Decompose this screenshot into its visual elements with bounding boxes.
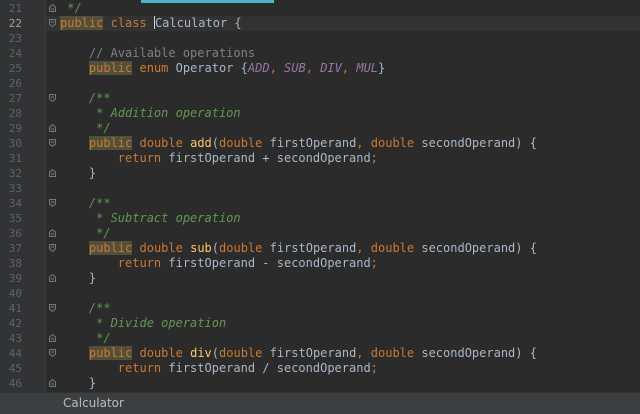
line-number: 23	[8, 32, 22, 45]
fold-open-icon[interactable]	[49, 199, 56, 207]
code-line[interactable]: 41 /**	[0, 301, 640, 316]
code-line[interactable]: 27 /**	[0, 91, 640, 106]
code-line[interactable]: 43 */	[0, 331, 640, 346]
code-line[interactable]: 34 /**	[0, 196, 640, 211]
code-line[interactable]: 29 */	[0, 121, 640, 136]
line-number: 31	[8, 152, 22, 165]
code-text[interactable]: }	[60, 271, 96, 286]
code-text[interactable]: }	[60, 166, 96, 181]
code-text[interactable]: /**	[60, 301, 111, 316]
code-line[interactable]: 28 * Addition operation	[0, 106, 640, 121]
line-number: 40	[8, 287, 22, 300]
code-line[interactable]: 22 public class Calculator {	[0, 16, 640, 31]
code-line[interactable]: 24 // Available operations	[0, 46, 640, 61]
line-number: 46	[8, 377, 22, 390]
line-number: 45	[8, 362, 22, 375]
code-line[interactable]: 35 * Subtract operation	[0, 211, 640, 226]
line-number: 28	[8, 107, 22, 120]
line-number: 33	[8, 182, 22, 195]
code-text[interactable]: * Addition operation	[60, 106, 241, 121]
fold-close-icon[interactable]	[49, 229, 56, 237]
code-line[interactable]: 37 public double sub(double firstOperand…	[0, 241, 640, 256]
code-line[interactable]: 31 return firstOperand + secondOperand;	[0, 151, 640, 166]
fold-close-icon[interactable]	[49, 124, 56, 132]
code-text[interactable]: public double div(double firstOperand, d…	[60, 346, 537, 361]
code-text[interactable]: */	[60, 121, 110, 136]
line-number: 26	[8, 77, 22, 90]
fold-open-icon[interactable]	[49, 349, 56, 357]
fold-close-icon[interactable]	[49, 334, 56, 342]
line-number: 24	[8, 47, 22, 60]
line-number: 44	[8, 347, 22, 360]
line-number: 32	[8, 167, 22, 180]
line-number: 22	[8, 17, 22, 30]
text-caret	[153, 16, 155, 29]
line-number: 43	[8, 332, 22, 345]
code-line[interactable]: 42 * Divide operation	[0, 316, 640, 331]
code-text[interactable]: return firstOperand / secondOperand;	[60, 361, 378, 376]
line-number: 30	[8, 137, 22, 150]
line-number: 36	[8, 227, 22, 240]
fold-close-icon[interactable]	[49, 4, 56, 12]
code-text[interactable]: return firstOperand + secondOperand;	[60, 151, 378, 166]
fold-open-icon[interactable]	[49, 304, 56, 312]
code-text[interactable]: public double sub(double firstOperand, d…	[60, 241, 537, 256]
code-text[interactable]: * Subtract operation	[60, 211, 241, 226]
code-text[interactable]: public enum Operator {ADD, SUB, DIV, MUL…	[60, 61, 385, 76]
fold-open-icon[interactable]	[49, 19, 56, 27]
code-text[interactable]: */	[60, 226, 110, 241]
line-number: 41	[8, 302, 22, 315]
line-number: 25	[8, 62, 22, 75]
code-text[interactable]: return firstOperand - secondOperand;	[60, 256, 378, 271]
code-text[interactable]: */	[60, 1, 81, 16]
fold-open-icon[interactable]	[49, 244, 56, 252]
code-line[interactable]: 26	[0, 76, 640, 91]
fold-close-icon[interactable]	[49, 169, 56, 177]
code-text[interactable]: * Divide operation	[60, 316, 226, 331]
line-number: 21	[8, 2, 22, 15]
line-number: 35	[8, 212, 22, 225]
code-text[interactable]: public class Calculator {	[60, 16, 242, 31]
status-bar: Calculator	[0, 392, 640, 414]
code-line[interactable]: 46 }	[0, 376, 640, 391]
code-line[interactable]: 40	[0, 286, 640, 301]
breadcrumb-class-name[interactable]: Calculator	[63, 396, 124, 410]
code-line[interactable]: 23	[0, 31, 640, 46]
fold-open-icon[interactable]	[49, 139, 56, 147]
code-text[interactable]: }	[60, 376, 96, 391]
code-line[interactable]: 44 public double div(double firstOperand…	[0, 346, 640, 361]
fold-close-icon[interactable]	[49, 274, 56, 282]
code-text[interactable]: /**	[60, 196, 111, 211]
code-line[interactable]: 39 }	[0, 271, 640, 286]
code-editor[interactable]: 21 */22 public class Calculator {23 24 // …	[0, 0, 640, 392]
code-line[interactable]: 30 public double add(double firstOperand…	[0, 136, 640, 151]
code-line[interactable]: 36 */	[0, 226, 640, 241]
line-number: 39	[8, 272, 22, 285]
line-number: 34	[8, 197, 22, 210]
code-text[interactable]: public double add(double firstOperand, d…	[60, 136, 537, 151]
code-text[interactable]: // Available operations	[60, 46, 255, 61]
line-number: 29	[8, 122, 22, 135]
code-text[interactable]: */	[60, 331, 110, 346]
code-line[interactable]: 33	[0, 181, 640, 196]
code-text[interactable]: /**	[60, 91, 111, 106]
code-line[interactable]: 25 public enum Operator {ADD, SUB, DIV, …	[0, 61, 640, 76]
line-number: 38	[8, 257, 22, 270]
code-line[interactable]: 38 return firstOperand - secondOperand;	[0, 256, 640, 271]
line-number: 42	[8, 317, 22, 330]
code-line[interactable]: 32 }	[0, 166, 640, 181]
line-number: 37	[8, 242, 22, 255]
fold-close-icon[interactable]	[49, 379, 56, 387]
code-line[interactable]: 45 return firstOperand / secondOperand;	[0, 361, 640, 376]
line-number: 27	[8, 92, 22, 105]
fold-open-icon[interactable]	[49, 94, 56, 102]
code-line[interactable]: 21 */	[0, 1, 640, 16]
